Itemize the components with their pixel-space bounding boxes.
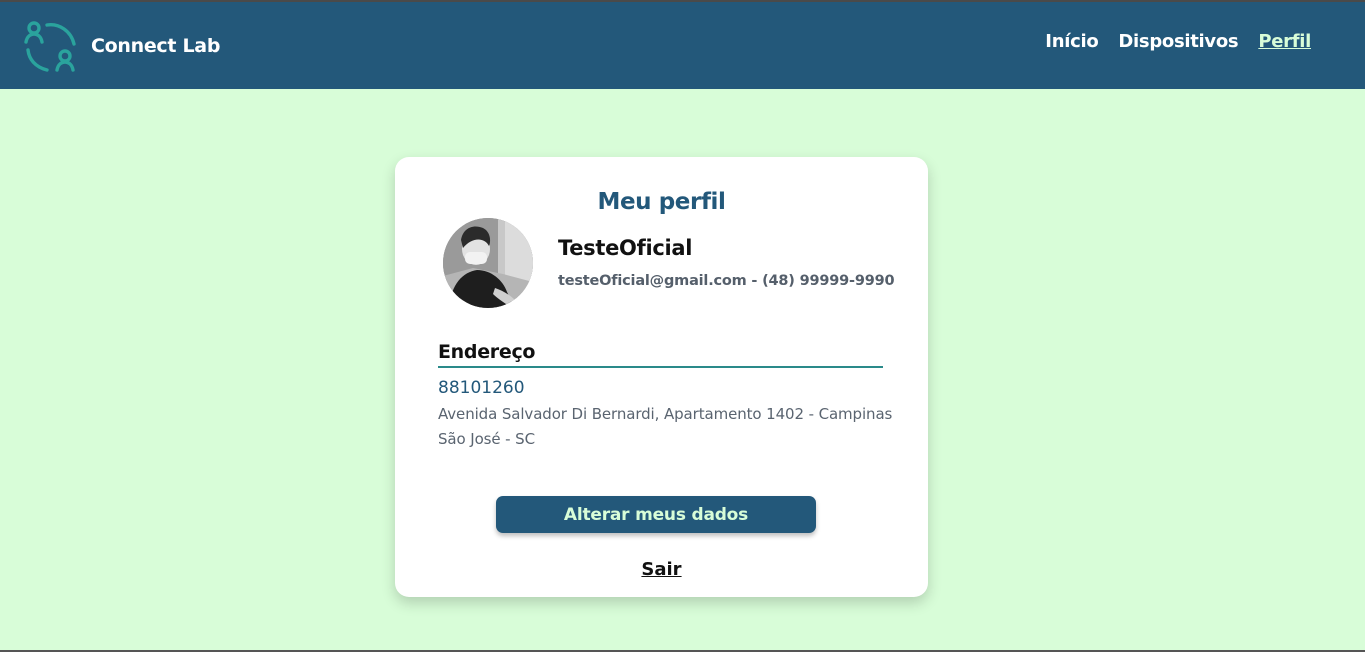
- nav-dispositivos[interactable]: Dispositivos: [1118, 31, 1238, 52]
- address-line-2: São José - SC: [438, 430, 535, 448]
- brand-name: Connect Lab: [91, 34, 221, 57]
- main-nav: Início Dispositivos Perfil: [1045, 31, 1311, 52]
- logout-link[interactable]: Sair: [641, 559, 681, 580]
- nav-perfil[interactable]: Perfil: [1258, 31, 1311, 52]
- logout-container: Sair: [395, 559, 928, 580]
- nav-inicio[interactable]: Início: [1045, 31, 1098, 52]
- brand[interactable]: Connect Lab: [23, 19, 220, 73]
- avatar: [443, 218, 533, 308]
- address-section-title: Endereço: [438, 341, 536, 363]
- user-name: TesteOficial: [558, 236, 693, 260]
- users-connect-icon: [23, 19, 77, 73]
- edit-profile-button[interactable]: Alterar meus dados: [496, 496, 816, 533]
- profile-card: Meu perfil TesteOficial testeOficial@gma…: [395, 157, 928, 597]
- page-title: Meu perfil: [597, 189, 726, 215]
- address-cep: 88101260: [438, 378, 525, 398]
- app-header: Connect Lab Início Dispositivos Perfil: [0, 2, 1365, 89]
- address-line-1: Avenida Salvador Di Bernardi, Apartament…: [438, 405, 893, 423]
- section-divider: [438, 366, 883, 368]
- user-contact: testeOficial@gmail.com - (48) 99999-9990: [558, 273, 895, 289]
